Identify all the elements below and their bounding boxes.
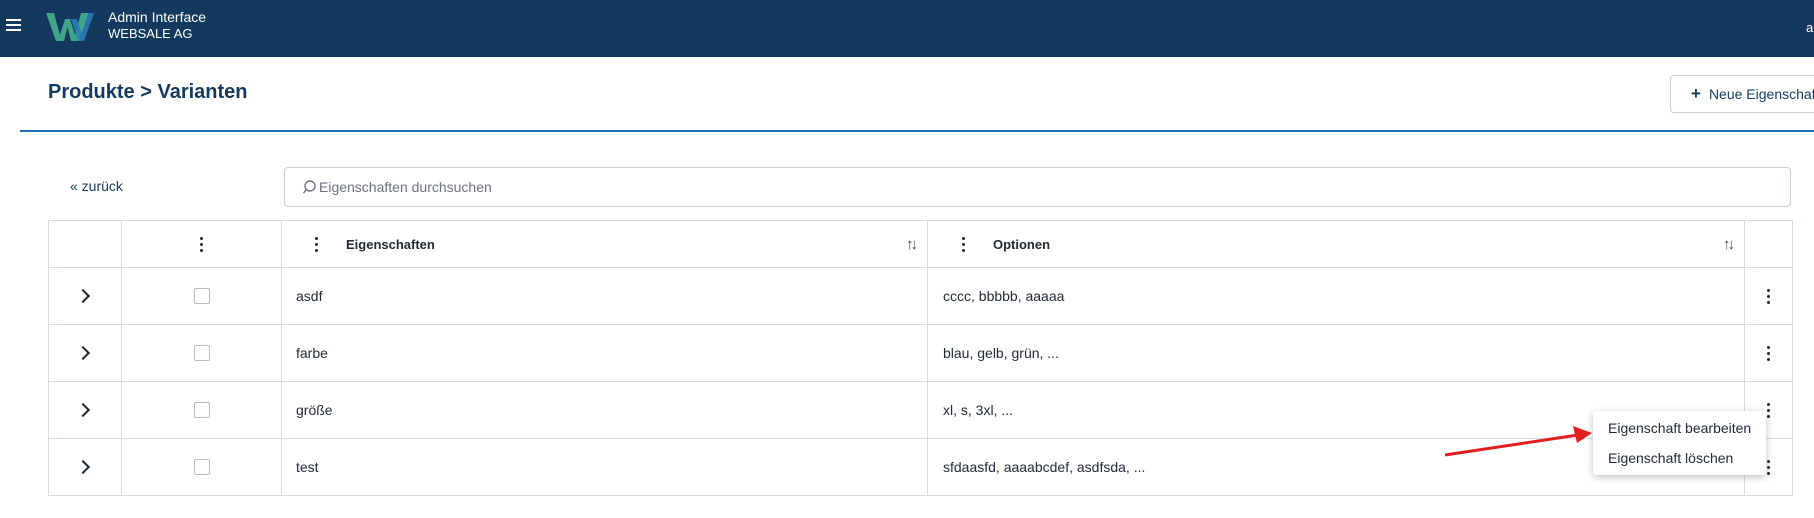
- table-row: farbe blau, gelb, grün, ...: [49, 325, 1792, 382]
- sort-icon[interactable]: ↑↓: [1723, 236, 1735, 253]
- search-icon: [303, 180, 316, 194]
- sort-icon[interactable]: ↑↓: [906, 236, 918, 253]
- title-divider: [20, 130, 1814, 132]
- more-vert-icon[interactable]: [1767, 288, 1770, 304]
- row-checkbox[interactable]: [193, 288, 210, 304]
- row-checkbox[interactable]: [193, 402, 210, 418]
- search-box[interactable]: [284, 167, 1791, 207]
- property-name: test: [282, 439, 928, 495]
- websale-logo-icon: [46, 13, 94, 41]
- edit-property-menu-item[interactable]: Eigenschaft bearbeiten: [1608, 420, 1751, 436]
- row-checkbox[interactable]: [193, 459, 210, 475]
- plus-icon: +: [1691, 84, 1701, 103]
- column-menu-icon[interactable]: [200, 236, 203, 252]
- more-vert-icon[interactable]: [1767, 402, 1770, 418]
- user-menu[interactable]: a: [1806, 20, 1813, 35]
- row-actions-cell: [1745, 268, 1792, 324]
- column-title: Eigenschaften: [346, 236, 435, 252]
- header-actions-cell: [1745, 221, 1792, 267]
- header-expand-cell: [49, 221, 122, 267]
- new-property-label: Neue Eigenschaft: [1708, 86, 1814, 102]
- header-properties[interactable]: Eigenschaften ↑↓: [282, 221, 928, 267]
- expand-cell[interactable]: [49, 439, 122, 495]
- row-actions-cell: [1745, 325, 1792, 381]
- chevron-right-icon[interactable]: [75, 402, 91, 418]
- property-name: asdf: [282, 268, 928, 324]
- chevron-right-icon[interactable]: [75, 288, 91, 304]
- column-title: Optionen: [993, 236, 1051, 252]
- back-link[interactable]: « zurück: [70, 178, 123, 194]
- row-context-menu: Eigenschaft bearbeiten Eigenschaft lösch…: [1593, 411, 1766, 475]
- new-property-button[interactable]: + Neue Eigenschaft: [1670, 75, 1814, 113]
- table-row: asdf cccc, bbbbb, aaaaa: [49, 268, 1792, 325]
- select-cell: [122, 439, 282, 495]
- property-name: farbe: [282, 325, 928, 381]
- search-input[interactable]: [319, 176, 1759, 198]
- expand-cell[interactable]: [49, 382, 122, 438]
- expand-cell[interactable]: [49, 268, 122, 324]
- header-options[interactable]: Optionen ↑↓: [928, 221, 1745, 267]
- select-cell: [122, 382, 282, 438]
- more-vert-icon[interactable]: [1767, 345, 1770, 361]
- select-cell: [122, 325, 282, 381]
- select-cell: [122, 268, 282, 324]
- menu-icon[interactable]: [6, 19, 21, 31]
- annotation-arrow-icon: [1444, 426, 1592, 457]
- top-bar: Admin Interface WEBSALE AG a: [0, 0, 1814, 57]
- delete-property-menu-item[interactable]: Eigenschaft löschen: [1608, 450, 1733, 466]
- table-header: Eigenschaften ↑↓ Optionen ↑↓: [49, 221, 1792, 268]
- chevron-right-icon[interactable]: [75, 459, 91, 475]
- company-name: WEBSALE AG: [108, 26, 193, 41]
- expand-cell[interactable]: [49, 325, 122, 381]
- page-title: Produkte > Varianten: [48, 81, 248, 103]
- property-options: blau, gelb, grün, ...: [928, 325, 1745, 381]
- property-options: cccc, bbbbb, aaaaa: [928, 268, 1745, 324]
- app-title: Admin Interface: [108, 9, 207, 25]
- property-name: größe: [282, 382, 928, 438]
- more-vert-icon[interactable]: [1767, 459, 1770, 475]
- column-menu-icon[interactable]: [961, 236, 965, 252]
- chevron-right-icon[interactable]: [75, 345, 91, 361]
- column-menu-icon[interactable]: [314, 236, 318, 252]
- row-checkbox[interactable]: [193, 345, 210, 361]
- header-select-cell: [122, 221, 282, 267]
